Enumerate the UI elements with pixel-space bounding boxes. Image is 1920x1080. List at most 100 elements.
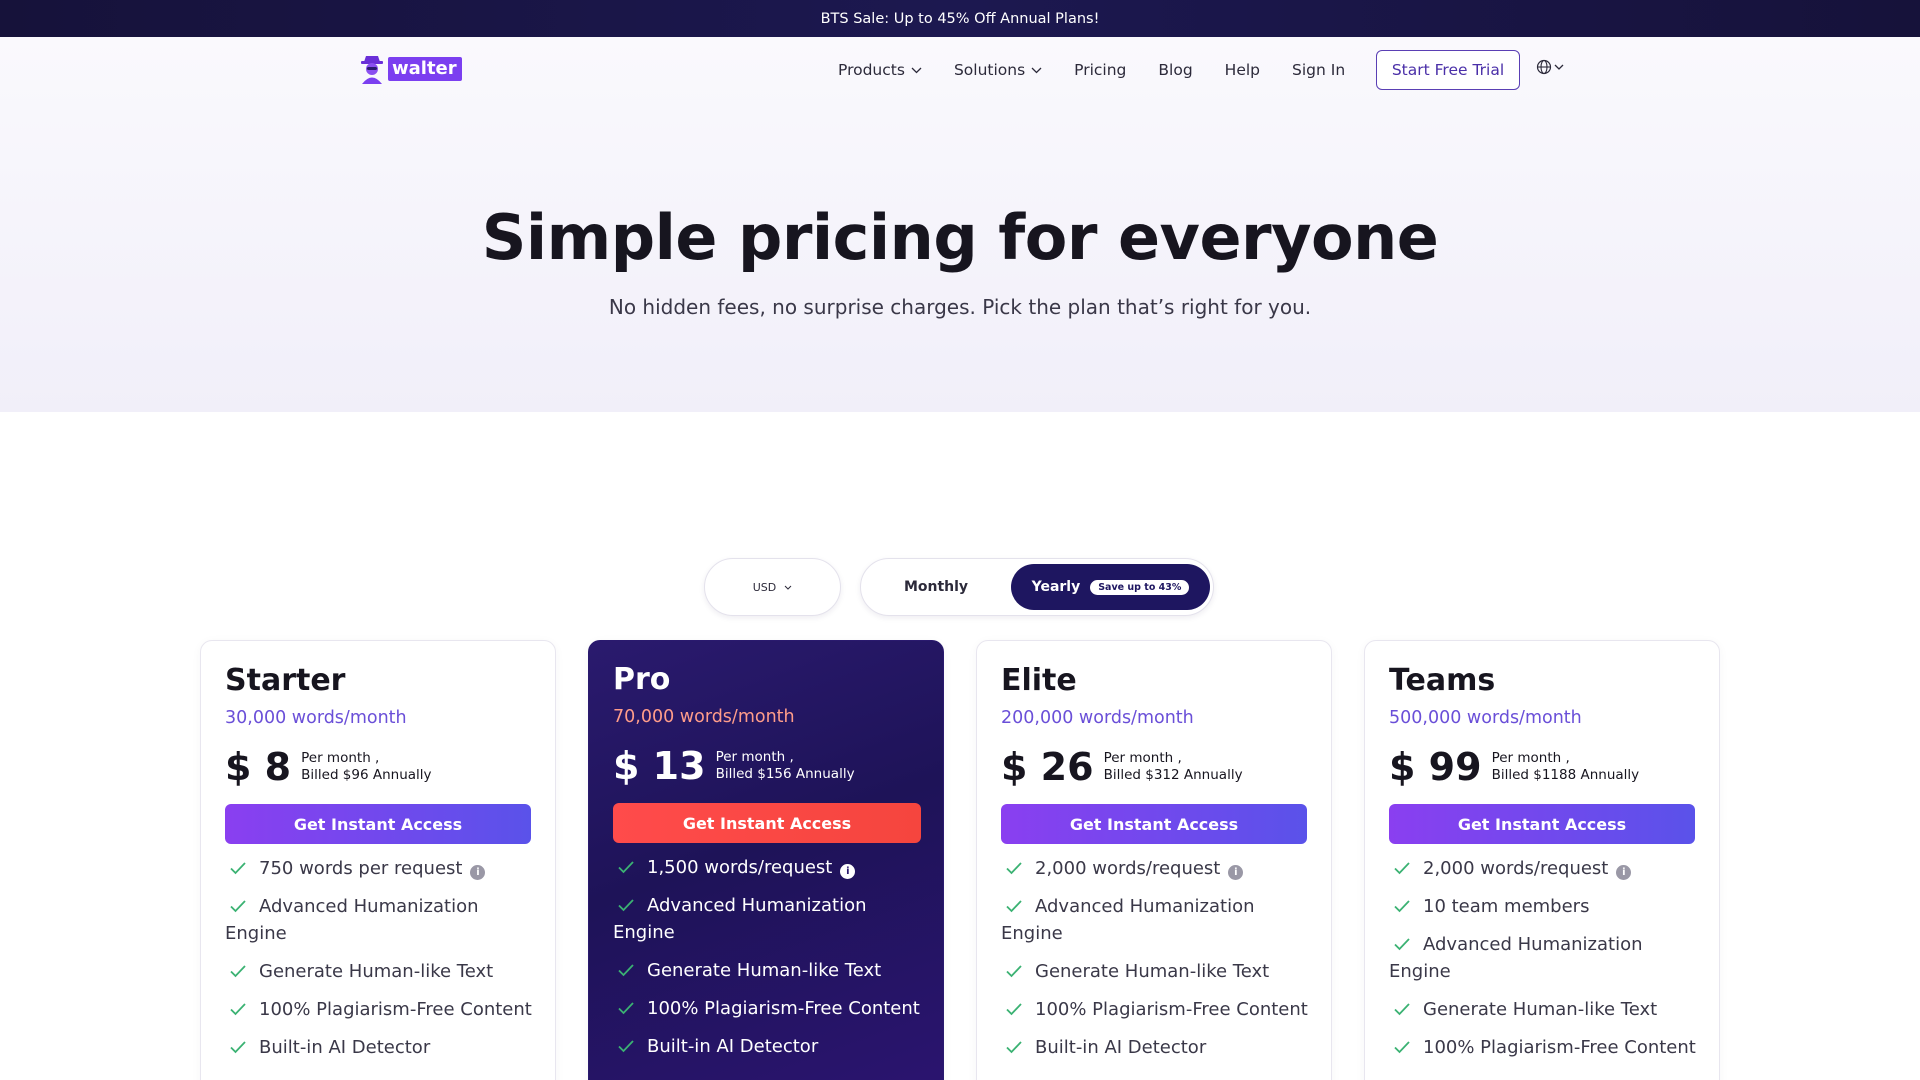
plan-card-elite: Elite 200,000 words/month $ 26 Per month…: [976, 640, 1332, 1080]
currency-select[interactable]: USD: [704, 558, 841, 616]
nav-item-products[interactable]: Products: [838, 61, 922, 79]
feature-text: 100% Plagiarism-Free Content: [259, 999, 532, 1020]
feature-list: 750 words per request i Advanced Humaniza…: [225, 855, 535, 1072]
plan-billed: Billed $156 Annually: [715, 766, 855, 782]
check-icon: [230, 1003, 246, 1016]
nav-item-solutions[interactable]: Solutions: [954, 61, 1042, 79]
check-icon: [1006, 862, 1022, 875]
feature-text: Generate Human-like Text: [1035, 961, 1270, 982]
check-icon: [1006, 1003, 1022, 1016]
feature-item: 2,000 words/request i: [1389, 855, 1699, 882]
feature-text: 100% Plagiarism-Free Content: [1035, 999, 1308, 1020]
feature-item: Advanced Humanization Engine: [1001, 893, 1311, 947]
check-icon: [618, 964, 634, 977]
plan-billed: Billed $1188 Annually: [1491, 767, 1640, 783]
feature-text: Generate Human-like Text: [259, 961, 494, 982]
feature-item: Built-in AI Detector: [613, 1033, 923, 1060]
plan-word-limit: 30,000 words/month: [225, 708, 407, 728]
feature-item: 100% Plagiarism-Free Content: [225, 996, 535, 1023]
feature-item: Built-in AI Detector: [225, 1034, 535, 1061]
top-nav: walter Products Solutions Pricing Blog H…: [0, 37, 1920, 103]
period-yearly-label: Yearly: [1031, 579, 1081, 595]
nav-item-label: Solutions: [953, 61, 1026, 79]
feature-text: Advanced Humanization Engine: [225, 896, 479, 944]
chevron-down-icon: [1031, 67, 1042, 73]
check-icon: [618, 861, 634, 874]
plan-word-limit: 500,000 words/month: [1389, 708, 1582, 728]
check-icon: [618, 1040, 634, 1053]
plan-price-row: $ 8 Per month , Billed $96 Annually: [225, 745, 432, 789]
check-icon: [230, 965, 246, 978]
plan-billing-note: Per month , Billed $96 Annually: [301, 750, 431, 784]
feature-list: 1,500 words/request i Advanced Humanizati…: [613, 854, 923, 1071]
nav-item-label: Blog: [1158, 61, 1193, 79]
plan-billing-note: Per month , Billed $1188 Annually: [1492, 750, 1640, 784]
nav-item-sign-in[interactable]: Sign In: [1292, 61, 1345, 79]
plan-price: $ 8: [225, 745, 292, 789]
feature-text: 1,500 words/request: [647, 857, 833, 878]
plan-name: Teams: [1389, 663, 1496, 698]
plan-word-limit: 70,000 words/month: [613, 707, 795, 727]
check-icon: [618, 899, 634, 912]
feature-item: 2,000 words/request i: [1001, 855, 1311, 882]
check-icon: [1006, 900, 1022, 913]
nav-item-label: Products: [838, 61, 905, 79]
chevron-down-icon: [1554, 64, 1564, 70]
plan-price: $ 26: [1001, 745, 1094, 789]
get-instant-access-button[interactable]: Get Instant Access: [1389, 804, 1695, 844]
start-free-trial-button[interactable]: Start Free Trial: [1376, 50, 1520, 90]
check-icon: [230, 1041, 246, 1054]
feature-item: 750 words per request i: [225, 855, 535, 882]
nav-menu: Products Solutions Pricing Blog Help Sig…: [838, 37, 1377, 103]
feature-item: 10 team members: [1389, 893, 1699, 920]
feature-text: 100% Plagiarism-Free Content: [647, 998, 920, 1019]
chevron-down-icon: [911, 67, 922, 73]
feature-text: Generate Human-like Text: [1423, 999, 1658, 1020]
info-icon[interactable]: i: [1616, 865, 1632, 880]
feature-text: Advanced Humanization Engine: [1001, 896, 1255, 944]
feature-item: Built-in AI Detector: [1001, 1034, 1311, 1061]
plan-per-month: Per month ,: [715, 749, 794, 765]
nav-item-help[interactable]: Help: [1225, 61, 1260, 79]
feature-item: Generate Human-like Text: [1389, 996, 1699, 1023]
feature-text: 2,000 words/request: [1035, 858, 1221, 879]
info-icon[interactable]: i: [470, 865, 486, 880]
plan-card-pro: Pro 70,000 words/month $ 13 Per month , …: [588, 640, 944, 1080]
check-icon: [1394, 900, 1410, 913]
plan-price-row: $ 13 Per month , Billed $156 Annually: [613, 744, 855, 788]
plan-price: $ 13: [613, 744, 706, 788]
feature-item: Generate Human-like Text: [1001, 958, 1311, 985]
feature-item: Advanced Humanization Engine: [613, 892, 923, 946]
plan-price-row: $ 99 Per month , Billed $1188 Annually: [1389, 745, 1639, 789]
period-yearly-option[interactable]: Yearly Save up to 43%: [1011, 564, 1210, 610]
feature-list: 2,000 words/request i 10 team members Adv…: [1389, 855, 1699, 1072]
promo-banner[interactable]: BTS Sale: Up to 45% Off Annual Plans!: [0, 0, 1920, 37]
plan-per-month: Per month ,: [1491, 750, 1570, 766]
get-instant-access-button[interactable]: Get Instant Access: [613, 803, 921, 843]
nav-item-label: Sign In: [1292, 61, 1346, 79]
nav-item-blog[interactable]: Blog: [1158, 61, 1192, 79]
nav-item-label: Help: [1224, 61, 1261, 79]
check-icon: [1006, 965, 1022, 978]
info-icon[interactable]: i: [840, 864, 856, 879]
check-icon: [230, 862, 246, 875]
plan-billed: Billed $96 Annually: [301, 767, 432, 783]
check-icon: [230, 900, 246, 913]
feature-item: Generate Human-like Text: [225, 958, 535, 985]
feature-item: Advanced Humanization Engine: [225, 893, 535, 947]
billing-period-toggle: Monthly Yearly Save up to 43%: [860, 558, 1214, 616]
feature-text: Built-in AI Detector: [647, 1036, 819, 1057]
get-instant-access-button[interactable]: Get Instant Access: [1001, 804, 1307, 844]
brand-logo[interactable]: walter: [358, 53, 462, 85]
plan-price: $ 99: [1389, 745, 1482, 789]
info-icon[interactable]: i: [1228, 865, 1244, 880]
plan-price-row: $ 26 Per month , Billed $312 Annually: [1001, 745, 1243, 789]
period-monthly-option[interactable]: Monthly: [861, 559, 1011, 615]
check-icon: [1394, 1003, 1410, 1016]
nav-item-label: Pricing: [1074, 61, 1127, 79]
promo-banner-text: BTS Sale: Up to 45% Off Annual Plans!: [820, 10, 1100, 27]
get-instant-access-button[interactable]: Get Instant Access: [225, 804, 531, 844]
feature-item: 1,500 words/request i: [613, 854, 923, 881]
language-selector[interactable]: [1536, 59, 1564, 75]
nav-item-pricing[interactable]: Pricing: [1074, 61, 1126, 79]
